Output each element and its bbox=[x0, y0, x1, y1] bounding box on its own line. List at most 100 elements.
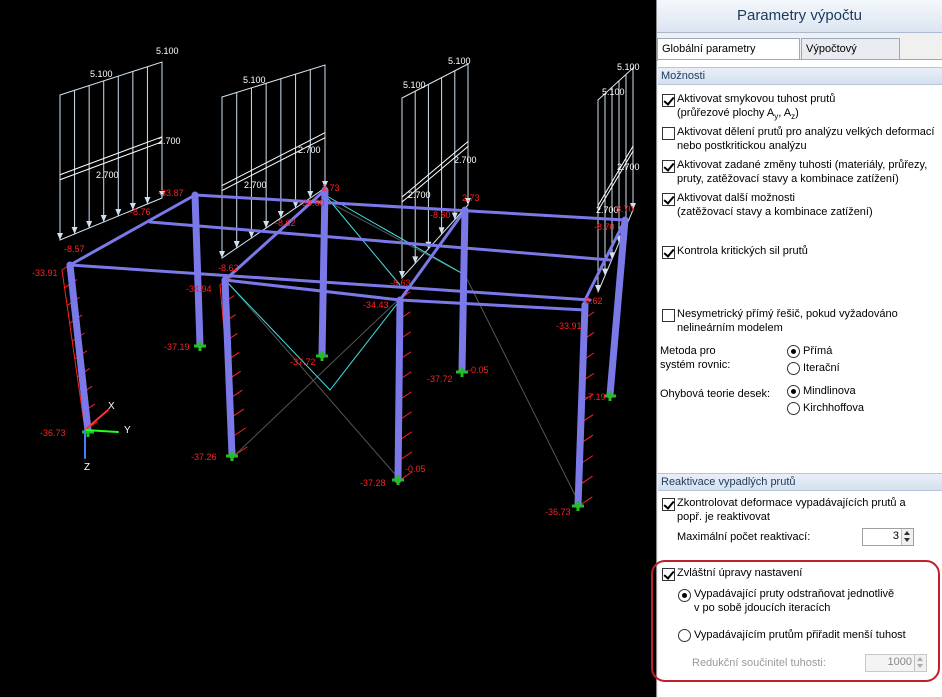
support-icon bbox=[456, 367, 468, 377]
load-value-label: 5.100 bbox=[617, 62, 640, 72]
result-value-label: -0.05 bbox=[468, 365, 489, 375]
plate-mindlin-radio[interactable] bbox=[787, 385, 800, 398]
load-value-label: 2.700 bbox=[244, 180, 267, 190]
tab-bar: Globální parametry výpočtu Výpočtový dia… bbox=[657, 38, 942, 75]
result-value-label: -36.73 bbox=[40, 428, 66, 438]
nonsymmetric-solver-label: Nesymetrický přímý řešič, pokud vyžadová… bbox=[677, 308, 898, 320]
method-direct-radio[interactable] bbox=[787, 345, 800, 358]
result-value-label: 2.73 bbox=[322, 183, 340, 193]
stepper-up-icon[interactable] bbox=[904, 531, 910, 535]
beam-7 bbox=[148, 220, 612, 262]
method-label: Metoda pro bbox=[660, 345, 716, 357]
beam-9 bbox=[398, 298, 587, 312]
axis-x-label: X bbox=[108, 401, 115, 412]
method-direct-label: Přímá bbox=[803, 345, 833, 357]
result-value-label: -37.26 bbox=[191, 452, 217, 462]
result-value-label: -8.62 bbox=[218, 263, 239, 273]
column-3 bbox=[221, 276, 236, 459]
member-division-label-2: nebo postkritickou analýzu bbox=[677, 140, 807, 152]
support-icon bbox=[392, 475, 404, 485]
load-arrowhead bbox=[602, 268, 608, 276]
load-band bbox=[597, 145, 634, 207]
result-value-label: -37.28 bbox=[360, 478, 386, 488]
column-7 bbox=[574, 301, 589, 509]
method-iterative-radio[interactable] bbox=[787, 362, 800, 375]
result-value-label: -0.05 bbox=[405, 464, 426, 474]
axis-y-label: Y bbox=[124, 425, 131, 436]
shear-stiffness-detail-text: (průřezové plochy A bbox=[677, 107, 775, 119]
load-arrowhead bbox=[399, 271, 405, 278]
result-value-label: -8.62 bbox=[275, 218, 296, 228]
column-2 bbox=[191, 191, 204, 349]
beam-2 bbox=[68, 263, 592, 302]
load-arrowhead bbox=[595, 285, 601, 292]
shear-stiffness-detail: (průřezové plochy Ay, Az) bbox=[677, 107, 799, 121]
check-deformation-label: Zkontrolovat deformace vypadávajících pr… bbox=[677, 497, 906, 509]
structure-model[interactable] bbox=[0, 0, 656, 697]
method-label-2: systém rovnic: bbox=[660, 359, 731, 371]
other-options-label-2: (zatěžovací stavy a kombinace zatížení) bbox=[677, 206, 873, 218]
critical-forces-label: Kontrola kritických sil prutů bbox=[677, 245, 808, 257]
plate-kirchhoff-radio[interactable] bbox=[787, 402, 800, 415]
load-value-label: 5.100 bbox=[403, 80, 426, 90]
plate-mindlin-label: Mindlinova bbox=[803, 385, 856, 397]
stepper-down-icon[interactable] bbox=[904, 538, 910, 542]
result-value-label: -7.19 bbox=[585, 392, 606, 402]
stiffness-changes-checkbox[interactable] bbox=[662, 160, 675, 173]
result-value-label: -8.70 bbox=[613, 204, 634, 214]
result-value-label: -33.87 bbox=[158, 188, 184, 198]
shear-end-text: ) bbox=[795, 107, 799, 119]
column-6 bbox=[458, 206, 469, 374]
result-value-label: -36.73 bbox=[545, 507, 571, 517]
method-iterative-label: Iterační bbox=[803, 362, 840, 374]
beam-8 bbox=[223, 278, 402, 302]
result-value-label: 2.73 bbox=[462, 193, 480, 203]
load-value-label: 5.100 bbox=[602, 87, 625, 97]
result-hatch bbox=[232, 427, 246, 437]
check-deformation-label-2: popř. je reaktivovat bbox=[677, 511, 770, 523]
shear-stiffness-checkbox[interactable] bbox=[662, 94, 675, 107]
result-value-label: -8.62 bbox=[582, 296, 603, 306]
plate-theory-label: Ohybová teorie desek: bbox=[660, 388, 771, 400]
load-value-label: 2.700 bbox=[298, 145, 321, 155]
stiffness-changes-label-2: pruty, zatěžovací stavy a kombinace zatí… bbox=[677, 173, 899, 185]
result-value-label: -8.70 bbox=[594, 222, 615, 232]
highlight-frame bbox=[651, 560, 940, 682]
load-band bbox=[597, 150, 634, 212]
result-value-label: -37.72 bbox=[427, 374, 453, 384]
max-reactivations-stepper[interactable]: 3 bbox=[862, 528, 914, 546]
load-band bbox=[221, 132, 326, 187]
shear-mid-text: , A bbox=[778, 107, 792, 119]
support-icon bbox=[194, 341, 206, 351]
section-header-reactivation: Reaktivace vypadlých prutů bbox=[658, 473, 942, 491]
load-value-label: 2.700 bbox=[96, 170, 119, 180]
support-icon bbox=[604, 391, 616, 401]
max-reactivations-label: Maximální počet reaktivací: bbox=[677, 531, 811, 543]
member-division-label: Aktivovat dělení prutů pro analýzu velký… bbox=[677, 126, 935, 138]
result-value-label: -37.19 bbox=[164, 342, 190, 352]
other-options-checkbox[interactable] bbox=[662, 193, 675, 206]
tab-calculation-diagram[interactable]: Výpočtový diagram bbox=[801, 38, 900, 75]
critical-forces-checkbox[interactable] bbox=[662, 246, 675, 259]
result-value-label: -8.63 bbox=[390, 278, 411, 288]
load-value-label: 5.100 bbox=[448, 56, 471, 66]
stiffness-changes-label: Aktivovat zadané změny tuhosti (materiál… bbox=[677, 159, 928, 171]
column-5 bbox=[394, 296, 404, 484]
support-icon bbox=[316, 351, 328, 361]
support-icon bbox=[572, 501, 584, 511]
tab-global-parameters[interactable]: Globální parametry výpočtu bbox=[657, 38, 800, 75]
result-hatch bbox=[579, 496, 593, 506]
model-viewport[interactable]: 5.100 5.100 2.700 2.700 5.100 2.700 2.700 5.100… bbox=[0, 0, 656, 697]
load-arrowhead bbox=[451, 212, 458, 220]
nonsymmetric-solver-checkbox[interactable] bbox=[662, 309, 675, 322]
load-value-label: 5.100 bbox=[90, 69, 113, 79]
load-value-label: 5.100 bbox=[156, 46, 179, 56]
load-arrowhead bbox=[438, 227, 445, 235]
member-division-checkbox[interactable] bbox=[662, 127, 675, 140]
cyan-brace bbox=[224, 279, 331, 391]
load-value-label: 2.700 bbox=[158, 136, 181, 146]
plate-kirchhoff-label: Kirchhoffova bbox=[803, 402, 864, 414]
stepper-arrows[interactable] bbox=[901, 529, 913, 545]
check-deformation-checkbox[interactable] bbox=[662, 498, 675, 511]
support-icon bbox=[226, 451, 238, 461]
